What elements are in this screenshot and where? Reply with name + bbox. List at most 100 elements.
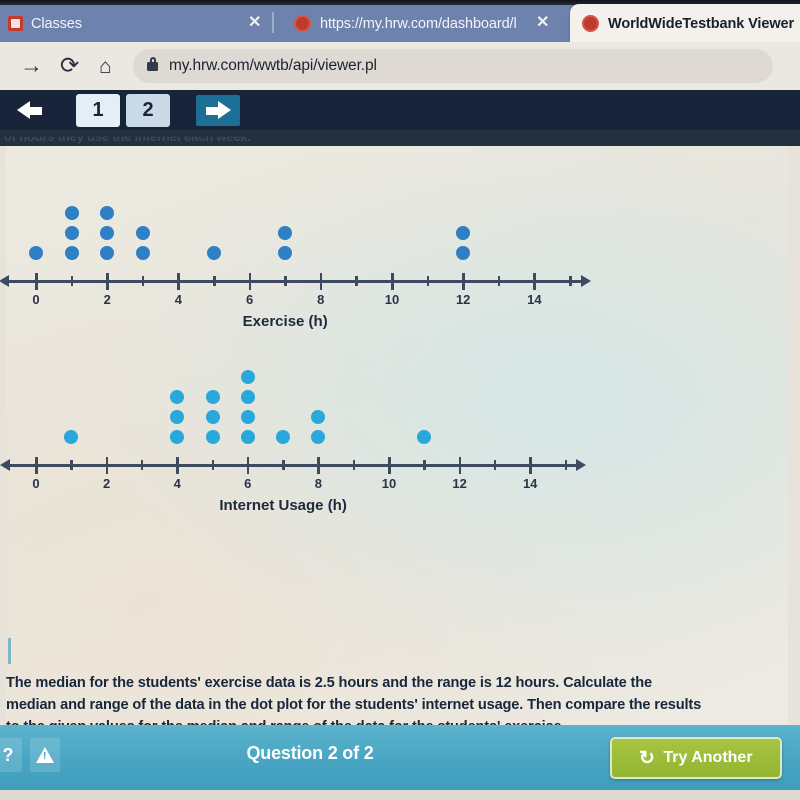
axis-title: Internet Usage (h): [219, 497, 347, 514]
data-dot: [207, 246, 221, 260]
axis-tick-label: 2: [103, 292, 111, 307]
data-dot: [240, 410, 255, 424]
axis-tick-label: 8: [314, 476, 322, 491]
page-button-1[interactable]: 1: [76, 94, 120, 127]
browser-tab-testbank-viewer[interactable]: WorldWideTestbank Viewer: [570, 4, 800, 42]
axis-tick-label: 10: [384, 292, 400, 307]
axis-tick-label: 12: [455, 292, 471, 307]
data-dot: [135, 226, 150, 240]
axis-tick: [177, 273, 180, 290]
browser-tab-classes[interactable]: Classes: [0, 5, 270, 42]
axis-tick-label: 0: [32, 476, 40, 491]
address-bar[interactable]: my.hrw.com/wwtb/api/viewer.pl: [133, 49, 773, 83]
question-counter: Question 2 of 2: [246, 743, 374, 763]
previous-page-button[interactable]: [8, 95, 52, 126]
help-button[interactable]: ?: [0, 738, 22, 772]
axis-tick-label: 4: [174, 292, 182, 307]
arrow-right-icon: [205, 101, 231, 120]
browser-tab-label: Classes: [31, 15, 82, 32]
axis-tick: [564, 460, 567, 470]
close-tab-dashboard-icon[interactable]: ✕: [536, 12, 549, 32]
axis-tick-label: 14: [527, 292, 542, 307]
forward-icon[interactable]: →: [20, 54, 43, 77]
axis-tick: [355, 276, 358, 286]
axis-tick: [423, 460, 426, 470]
axis-tick: [317, 457, 320, 474]
screen: Classes ✕ https://my.hrw.com/dashboard/l…: [0, 0, 800, 800]
axis-tick: [106, 273, 109, 290]
report-problem-button[interactable]: [30, 738, 60, 772]
page-button-2[interactable]: 2: [126, 94, 170, 127]
try-another-label: Try Another: [663, 749, 753, 766]
data-dot: [29, 246, 43, 260]
axis-tick: [70, 460, 73, 470]
question-prompt-text: The median for the students' exercise da…: [6, 675, 702, 725]
data-dot: [205, 410, 220, 424]
close-tab-classes-icon[interactable]: ✕: [248, 12, 261, 32]
axis-tick: [246, 457, 250, 474]
data-dot: [64, 226, 79, 240]
axis-tick: [352, 460, 356, 470]
axis-tick: [105, 457, 109, 474]
axis-tick: [569, 276, 572, 286]
axis-tick: [319, 273, 323, 290]
axis-tick-label: 14: [522, 476, 538, 491]
url-text: my.hrw.com/wwtb/api/viewer.pl: [169, 57, 377, 74]
try-another-button[interactable]: ↺ Try Another: [610, 737, 782, 779]
axis-tick: [35, 273, 38, 290]
text-caret: [8, 638, 11, 664]
arrow-left-icon: [17, 101, 43, 120]
data-dot: [64, 246, 79, 260]
axis-tick: [248, 273, 252, 290]
axis-tick-label: 8: [317, 292, 325, 307]
axis-tick: [141, 276, 145, 286]
axis-tick: [140, 460, 144, 470]
data-dot: [240, 430, 255, 444]
axis-tick: [211, 460, 214, 470]
tab-separator: [272, 12, 274, 33]
next-page-button[interactable]: [196, 95, 240, 126]
axis-arrow-right-icon: [576, 459, 587, 471]
axis-tick-label: 2: [102, 476, 111, 491]
window-bottom-edge: [0, 790, 800, 800]
axis-tick: [282, 460, 285, 470]
axis-arrow-left-icon: [0, 275, 10, 287]
browser-tab-label: https://my.hrw.com/dashboard/l: [320, 15, 517, 32]
browser-tab-dashboard[interactable]: https://my.hrw.com/dashboard/l: [284, 5, 574, 42]
axis-tick: [176, 457, 179, 474]
hrw-favicon: [582, 15, 599, 32]
axis-tick-label: 6: [244, 476, 252, 491]
axis-tick: [533, 273, 536, 290]
data-dot: [205, 430, 220, 444]
data-dot: [64, 206, 79, 220]
axis-arrow-right-icon: [580, 275, 591, 287]
browser-tab-label: WorldWideTestbank Viewer: [608, 15, 795, 32]
axis-tick-label: 0: [32, 292, 40, 307]
axis-tick: [462, 273, 465, 290]
axis-arrow-left-icon: [0, 459, 10, 471]
home-icon[interactable]: ⌂: [99, 55, 112, 78]
axis-tick: [70, 276, 74, 286]
hrw-favicon: [294, 15, 311, 32]
data-dot: [240, 370, 255, 384]
axis-tick: [213, 276, 216, 286]
data-dot: [205, 390, 220, 404]
axis-tick: [391, 273, 394, 290]
axis-tick: [388, 457, 391, 474]
axis-tick: [493, 460, 497, 470]
reload-icon[interactable]: ⟳: [60, 54, 79, 77]
axis-tick-label: 6: [245, 292, 254, 307]
axis-tick-label: 4: [173, 476, 181, 491]
data-dot: [276, 430, 291, 444]
classes-favicon: [8, 16, 23, 31]
axis-tick: [35, 457, 38, 474]
axis-title: Exercise (h): [242, 313, 328, 330]
axis-line: [9, 280, 581, 283]
worksheet-surface: [6, 134, 788, 725]
page-navigation-bar: 1 2: [0, 90, 800, 130]
lock-icon: [147, 56, 158, 71]
warning-icon: [36, 747, 54, 763]
browser-tabstrip: Classes ✕ https://my.hrw.com/dashboard/l…: [0, 0, 800, 42]
axis-tick: [458, 457, 462, 474]
dot-plot-internet-usage: 0 2 4 6 8 10 12 14 Internet Usage (h): [0, 130, 800, 514]
